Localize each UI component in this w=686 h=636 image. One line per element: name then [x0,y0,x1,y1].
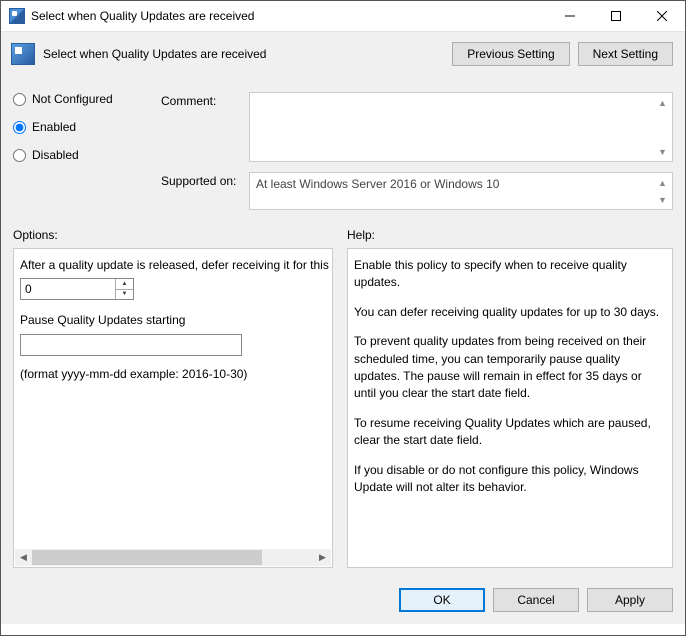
supported-label: Supported on: [161,172,239,188]
scroll-down-icon[interactable]: ▼ [654,191,671,208]
radio-not-configured[interactable]: Not Configured [13,92,143,106]
header-title: Select when Quality Updates are received [43,47,444,61]
cancel-button[interactable]: Cancel [493,588,579,612]
comment-label: Comment: [161,92,239,108]
window-title: Select when Quality Updates are received [31,9,547,23]
previous-setting-button[interactable]: Previous Setting [452,42,569,66]
radio-enabled-label: Enabled [32,120,76,134]
title-bar: Select when Quality Updates are received [1,1,685,32]
scroll-thumb[interactable] [32,550,262,565]
comment-textarea[interactable]: ▲ ▼ [249,92,673,162]
options-heading: Options: [13,228,333,242]
apply-button[interactable]: Apply [587,588,673,612]
pause-date-input[interactable] [20,334,242,356]
radio-enabled[interactable]: Enabled [13,120,143,134]
options-horizontal-scrollbar[interactable]: ◀ ▶ [15,549,331,566]
state-radios: Not Configured Enabled Disabled [13,92,143,220]
pause-label: Pause Quality Updates starting [20,312,332,329]
supported-textarea: At least Windows Server 2016 or Windows … [249,172,673,210]
radio-disabled-label: Disabled [32,148,79,162]
scroll-up-icon[interactable]: ▲ [654,94,671,111]
defer-label: After a quality update is released, defe… [20,257,332,274]
help-heading: Help: [347,228,673,242]
format-hint: (format yyyy-mm-dd example: 2016-10-30) [20,366,332,383]
help-paragraph: Enable this policy to specify when to re… [354,257,664,292]
next-setting-button[interactable]: Next Setting [578,42,673,66]
ok-button[interactable]: OK [399,588,485,612]
help-paragraph: If you disable or do not configure this … [354,462,664,497]
radio-not-configured-label: Not Configured [32,92,113,106]
supported-value: At least Windows Server 2016 or Windows … [250,173,672,195]
help-paragraph: To prevent quality updates from being re… [354,333,664,403]
radio-not-configured-input[interactable] [13,93,26,106]
scroll-down-icon[interactable]: ▼ [654,143,671,160]
app-icon [9,8,25,24]
spin-down-icon[interactable]: ▼ [116,290,133,300]
radio-disabled[interactable]: Disabled [13,148,143,162]
radio-disabled-input[interactable] [13,149,26,162]
defer-days-stepper[interactable]: ▲ ▼ [20,278,134,300]
options-panel: After a quality update is released, defe… [13,248,333,568]
maximize-button[interactable] [593,1,639,31]
defer-days-input[interactable] [21,279,115,299]
help-paragraph: You can defer receiving quality updates … [354,304,664,321]
close-button[interactable] [639,1,685,31]
help-paragraph: To resume receiving Quality Updates whic… [354,415,664,450]
header-row: Select when Quality Updates are received… [1,32,685,74]
radio-enabled-input[interactable] [13,121,26,134]
scroll-left-icon[interactable]: ◀ [15,549,32,566]
policy-icon [11,43,35,65]
spin-up-icon[interactable]: ▲ [116,279,133,290]
footer-buttons: OK Cancel Apply [1,578,685,624]
scroll-up-icon[interactable]: ▲ [654,174,671,191]
comment-value [250,93,672,101]
minimize-button[interactable] [547,1,593,31]
scroll-right-icon[interactable]: ▶ [314,549,331,566]
help-panel: Enable this policy to specify when to re… [347,248,673,568]
